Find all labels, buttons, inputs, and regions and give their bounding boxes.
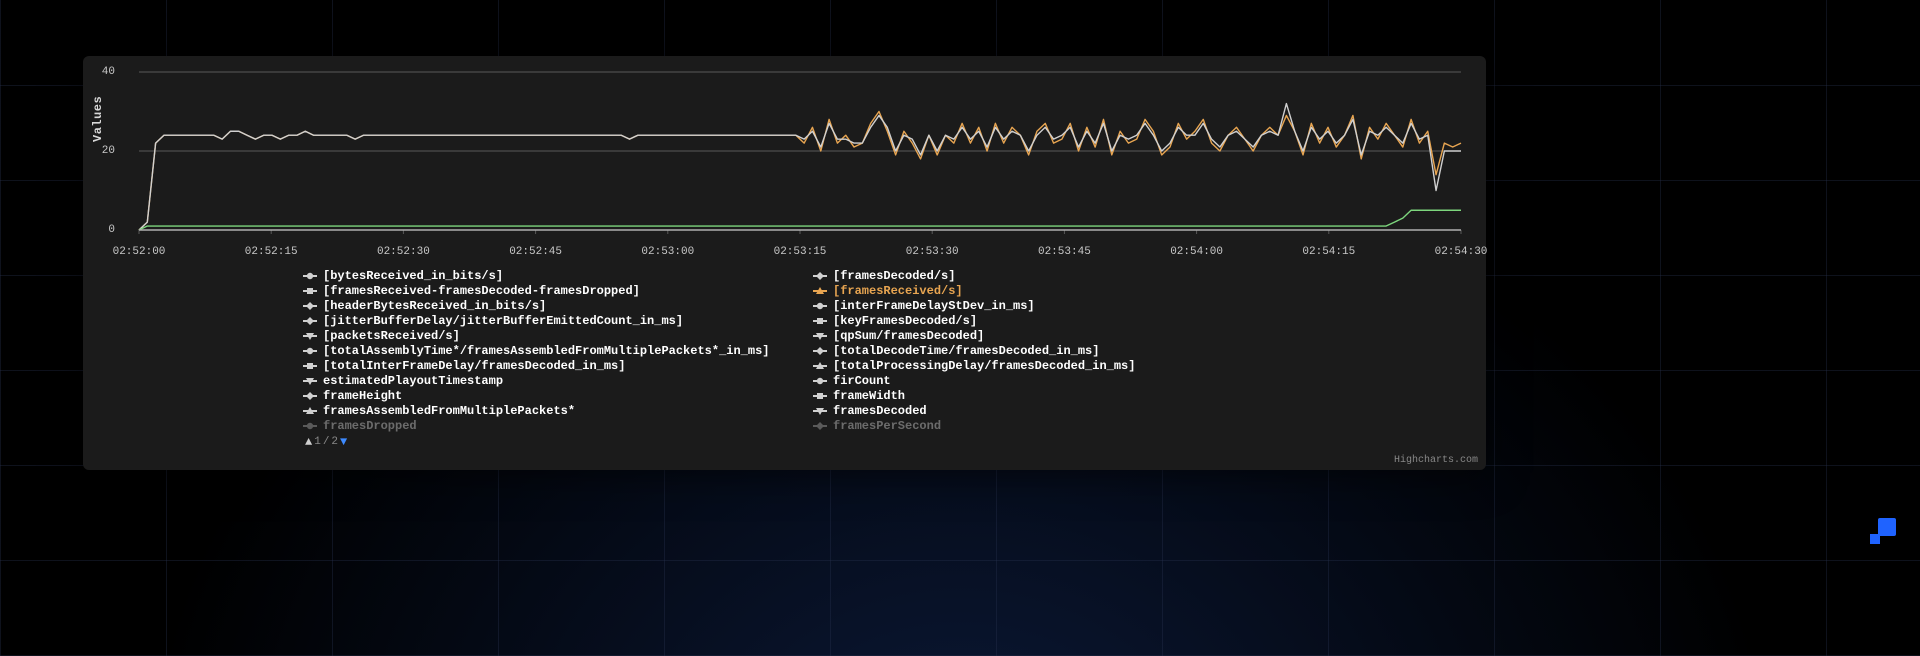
diamond-marker-icon [303,316,317,326]
legend-item[interactable]: framesDropped [303,418,793,433]
circle-marker-icon [813,376,827,386]
webrtc-stats-chart-panel: Values 02:52:00 02:52:15 02:52:30 02:52:45 0… [83,56,1486,470]
y-tick-label: 40 [91,66,115,78]
legend-item[interactable]: [totalInterFrameDelay/framesDecoded_in_m… [303,358,793,373]
legend-item-label: framesAssembledFromMultiplePackets* [323,404,575,418]
legend-item-label: [jitterBufferDelay/jitterBufferEmittedCo… [323,314,683,328]
legend-item-label: [totalAssemblyTime*/framesAssembledFromM… [323,344,769,358]
legend-page-total: 2 [331,436,338,448]
diamond-marker-icon [303,391,317,401]
y-tick-label: 20 [91,145,115,157]
legend-item[interactable]: firCount [813,373,1303,388]
legend-item[interactable]: estimatedPlayoutTimestamp [303,373,793,388]
legend-item[interactable]: framesPerSecond [813,418,1303,433]
x-tick-label: 02:54:30 [1435,246,1488,258]
legend-item[interactable]: [totalDecodeTime/framesDecoded_in_ms] [813,343,1303,358]
tri-up-marker-icon [813,286,827,296]
legend-item[interactable]: [totalProcessingDelay/framesDecoded_in_m… [813,358,1303,373]
legend-item-label: [interFrameDelayStDev_in_ms] [833,299,1035,313]
legend-item-label: [framesDecoded/s] [833,269,955,283]
legend-item[interactable]: frameWidth [813,388,1303,403]
diamond-marker-icon [813,421,827,431]
tri-down-marker-icon [813,406,827,416]
chart-credits-link[interactable]: Highcharts.com [1394,455,1478,466]
legend-item[interactable]: [framesDecoded/s] [813,268,1303,283]
legend-item-label: [qpSum/framesDecoded] [833,329,984,343]
x-tick-label: 02:52:45 [509,246,562,258]
circle-marker-icon [303,346,317,356]
square-marker-icon [303,286,317,296]
legend-item-label: framesDecoded [833,404,927,418]
legend-item-label: [totalProcessingDelay/framesDecoded_in_m… [833,359,1135,373]
legend-item[interactable]: [packetsReceived/s] [303,328,793,343]
diamond-marker-icon [813,271,827,281]
legend-item[interactable]: [bytesReceived_in_bits/s] [303,268,793,283]
x-tick-label: 02:53:15 [774,246,827,258]
legend-item[interactable]: framesAssembledFromMultiplePackets* [303,403,793,418]
x-tick-label: 02:52:00 [113,246,166,258]
legend-item-label: [totalInterFrameDelay/framesDecoded_in_m… [323,359,625,373]
legend-pager: ▲ 1/2 ▼ [305,436,347,448]
legend-item-label: [framesReceived/s] [833,284,963,298]
legend-item[interactable]: frameHeight [303,388,793,403]
legend-item-label: [framesReceived-framesDecoded-framesDrop… [323,284,640,298]
legend-page-current: 1 [314,436,321,448]
plot-area[interactable] [121,70,1465,244]
square-marker-icon [813,316,827,326]
tri-down-marker-icon [303,331,317,341]
legend-item[interactable]: [headerBytesReceived_in_bits/s] [303,298,793,313]
diamond-marker-icon [303,301,317,311]
x-tick-label: 02:52:15 [245,246,298,258]
circle-marker-icon [813,301,827,311]
legend-item[interactable]: [interFrameDelayStDev_in_ms] [813,298,1303,313]
x-axis-ticks: 02:52:0002:52:1502:52:3002:52:4502:53:00… [121,246,1465,264]
tri-down-marker-icon [303,376,317,386]
legend-pager-up-icon[interactable]: ▲ [305,436,312,448]
x-tick-label: 02:53:30 [906,246,959,258]
legend-item-label: [headerBytesReceived_in_bits/s] [323,299,546,313]
legend-pager-down-icon[interactable]: ▼ [340,436,347,448]
y-tick-label: 0 [91,224,115,236]
legend-item[interactable]: [keyFramesDecoded/s] [813,313,1303,328]
x-tick-label: 02:54:00 [1170,246,1223,258]
legend-item[interactable]: [qpSum/framesDecoded] [813,328,1303,343]
diamond-marker-icon [813,346,827,356]
circle-marker-icon [303,421,317,431]
x-tick-label: 02:53:45 [1038,246,1091,258]
legend-item-label: framesPerSecond [833,419,941,433]
legend-item[interactable]: [framesReceived/s] [813,283,1303,298]
legend-item-label: frameHeight [323,389,402,403]
legend-item-label: firCount [833,374,891,388]
legend-item[interactable]: [framesReceived-framesDecoded-framesDrop… [303,283,793,298]
circle-marker-icon [303,271,317,281]
legend-item-label: [bytesReceived_in_bits/s] [323,269,503,283]
x-tick-label: 02:52:30 [377,246,430,258]
legend-item[interactable]: [jitterBufferDelay/jitterBufferEmittedCo… [303,313,793,328]
legend-item-label: frameWidth [833,389,905,403]
legend-item-label: [packetsReceived/s] [323,329,460,343]
x-tick-label: 02:54:15 [1302,246,1355,258]
legend-item[interactable]: [totalAssemblyTime*/framesAssembledFromM… [303,343,793,358]
tri-down-marker-icon [813,331,827,341]
legend-item-label: [keyFramesDecoded/s] [833,314,977,328]
legend-item[interactable]: framesDecoded [813,403,1303,418]
tri-up-marker-icon [303,406,317,416]
square-marker-icon [813,391,827,401]
brand-corner-icon [1868,518,1896,546]
legend: [bytesReceived_in_bits/s][framesReceived… [303,268,1363,436]
tri-up-marker-icon [813,361,827,371]
legend-item-label: [totalDecodeTime/framesDecoded_in_ms] [833,344,1099,358]
legend-item-label: estimatedPlayoutTimestamp [323,374,503,388]
square-marker-icon [303,361,317,371]
legend-item-label: framesDropped [323,419,417,433]
x-tick-label: 02:53:00 [641,246,694,258]
y-axis-label: Values [91,96,105,142]
